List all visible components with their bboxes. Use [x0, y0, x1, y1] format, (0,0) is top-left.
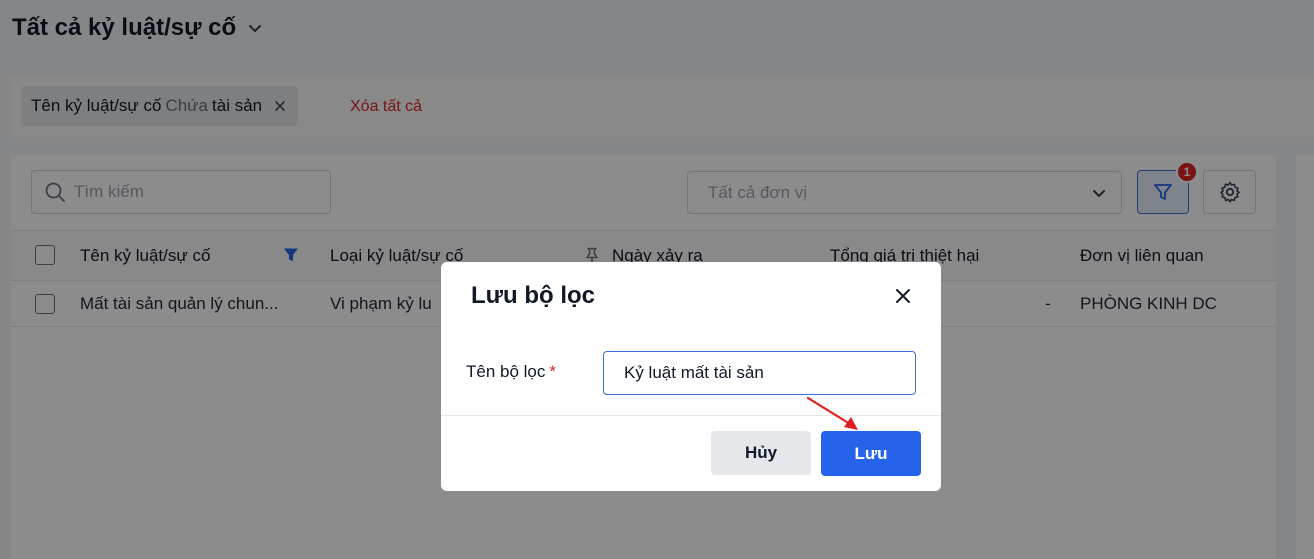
filter-name-input[interactable]: [603, 351, 916, 395]
filter-name-label-text: Tên bộ lọc: [466, 362, 546, 381]
cancel-button[interactable]: Hủy: [711, 431, 811, 475]
filter-name-label: Tên bộ lọc *: [466, 362, 556, 382]
close-icon[interactable]: [894, 287, 912, 305]
dialog-title: Lưu bộ lọc: [471, 282, 596, 309]
dialog-divider: [441, 415, 941, 416]
save-button[interactable]: Lưu: [821, 431, 921, 476]
save-filter-dialog: Lưu bộ lọc Tên bộ lọc* Hủy Lưu: [441, 262, 941, 491]
required-mark: *: [549, 362, 557, 381]
